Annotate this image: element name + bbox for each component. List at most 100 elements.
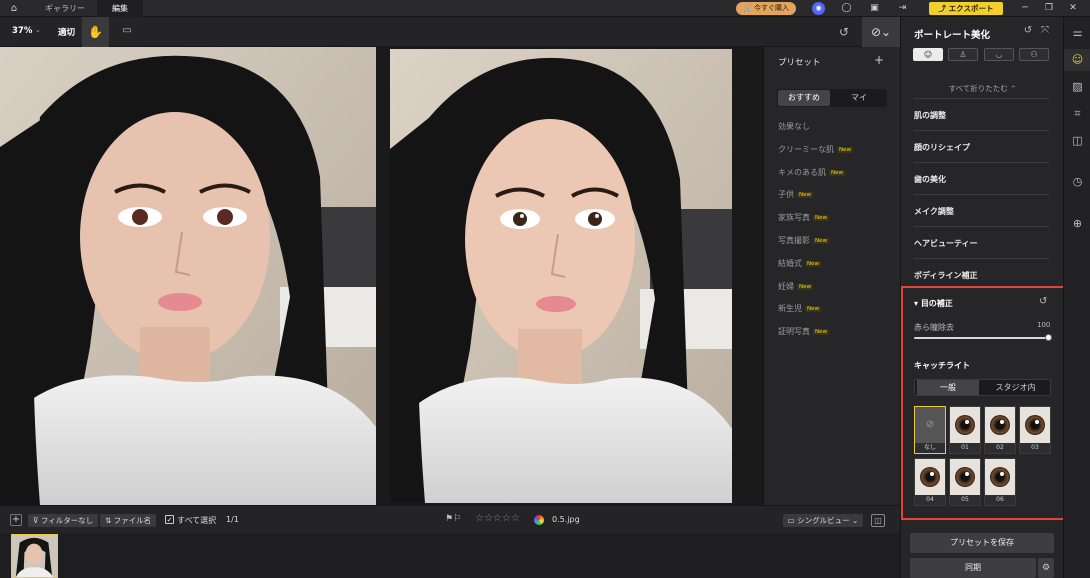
new-badge: New bbox=[837, 146, 853, 153]
filter-button[interactable]: ⊽ フィルターなし bbox=[28, 514, 99, 527]
section-teeth-label: 歯の美化 bbox=[914, 175, 946, 184]
save-preset-button[interactable]: プリセットを保存 bbox=[910, 533, 1054, 553]
section-makeup-label: メイク調整 bbox=[914, 207, 954, 216]
new-badge: New bbox=[797, 192, 813, 199]
preset-item-label: キメのある肌 bbox=[778, 167, 826, 177]
preset-item-label: 効果なし bbox=[778, 122, 810, 131]
portrait-icon[interactable]: ☺ bbox=[1064, 49, 1090, 71]
new-badge: New bbox=[813, 237, 829, 244]
hand-tool-icon[interactable]: ✋ bbox=[82, 17, 109, 47]
eye-section-highlight bbox=[901, 286, 1076, 520]
zoom-level[interactable]: 37% bbox=[12, 26, 32, 36]
fit-button[interactable]: 適切 bbox=[58, 26, 75, 38]
view-mode-select[interactable]: ▭ シングルビュー ⌄ bbox=[783, 514, 863, 527]
flag-icons[interactable]: ⚑⚐ bbox=[445, 514, 461, 524]
section-teeth[interactable]: 歯の美化 bbox=[914, 162, 1050, 194]
preset-item-label: 写真撮影 bbox=[778, 235, 810, 245]
crop-icon[interactable]: ⌗ bbox=[1064, 103, 1090, 125]
add-tool-icon[interactable]: ⊕ bbox=[1064, 213, 1090, 235]
home-icon[interactable]: ⌂ bbox=[8, 3, 20, 14]
section-body-label: ボディライン補正 bbox=[914, 271, 978, 280]
buy-now-button[interactable]: 🛒 今すぐ購入 bbox=[736, 2, 796, 15]
preset-item[interactable]: 子供 New bbox=[778, 189, 896, 212]
bottom-bar: + ⊽ フィルターなし ⇅ ファイル名 ✓ すべて選択 1/1 ⚑⚐ ☆☆☆☆☆… bbox=[0, 505, 900, 533]
section-hair-label: ヘアビューティー bbox=[914, 239, 978, 248]
gift-icon[interactable]: ▣ bbox=[868, 2, 881, 15]
add-preset-icon[interactable]: + bbox=[874, 53, 884, 67]
add-photo-icon[interactable]: + bbox=[10, 514, 22, 526]
preset-list: 効果なし クリーミーな肌 New キメのある肌 New 子供 New 家族写真 New 写真撮影 N… bbox=[778, 121, 896, 349]
image-icon[interactable]: ▨ bbox=[1064, 76, 1090, 98]
preset-item[interactable]: 妊婦 New bbox=[778, 281, 896, 304]
photo-count: 1/1 bbox=[226, 515, 239, 524]
tab-edit[interactable]: 編集 bbox=[97, 0, 143, 17]
preset-item-label: 子供 bbox=[778, 190, 794, 200]
select-all-label[interactable]: すべて選択 bbox=[177, 515, 216, 526]
section-face-reshape-label: 顔のリシェイプ bbox=[914, 143, 970, 152]
preset-item[interactable]: 写真撮影 New bbox=[778, 235, 896, 258]
before-photo bbox=[0, 47, 376, 505]
close-icon[interactable]: ✕ bbox=[1066, 1, 1080, 15]
section-face-reshape[interactable]: 顔のリシェイプ bbox=[914, 130, 1050, 162]
preset-item-label: 新生児 bbox=[778, 304, 802, 314]
camera-icon[interactable]: ◫ bbox=[1064, 130, 1090, 152]
preset-item[interactable]: 効果なし bbox=[778, 121, 896, 144]
new-badge: New bbox=[829, 169, 845, 176]
chevron-down-icon[interactable]: ⌄ bbox=[35, 26, 41, 34]
section-hair[interactable]: ヘアビューティー bbox=[914, 226, 1050, 258]
sync-settings-icon[interactable]: ⚙ bbox=[1038, 558, 1054, 578]
film-thumbnail[interactable]: ✎ bbox=[11, 534, 58, 578]
discord-icon[interactable]: ◉ bbox=[812, 2, 825, 15]
account-icon[interactable]: ◯ bbox=[840, 2, 853, 15]
history-icon[interactable]: ◷ bbox=[1064, 171, 1090, 193]
preset-panel-title: プリセット bbox=[778, 58, 821, 68]
sort-filename-button[interactable]: ⇅ ファイル名 bbox=[100, 514, 157, 527]
portrait-after-image bbox=[390, 49, 732, 503]
restore-icon[interactable]: ❐ bbox=[1042, 1, 1056, 15]
sign-in-icon[interactable]: ⇥ bbox=[896, 2, 909, 15]
portrait-before-image bbox=[0, 47, 376, 505]
preset-item[interactable]: 証明写真 New bbox=[778, 326, 896, 349]
preset-item[interactable]: キメのある肌 New bbox=[778, 167, 896, 190]
new-badge: New bbox=[805, 260, 821, 267]
new-badge: New bbox=[797, 283, 813, 290]
reset-all-icon[interactable]: ↺ bbox=[1022, 25, 1034, 37]
sliders-icon[interactable]: ⚌ bbox=[1064, 22, 1090, 44]
preset-item[interactable]: 家族写真 New bbox=[778, 212, 896, 235]
tool-strip: ⚌ ☺ ▨ ⌗ ◫ ◷ ⊕ bbox=[1063, 17, 1090, 578]
collapse-all-toggle[interactable]: すべて折りたたむ ⌃ bbox=[901, 83, 1064, 94]
tab-my-presets[interactable]: マイ bbox=[833, 90, 885, 106]
section-skin[interactable]: 肌の調整 bbox=[914, 98, 1050, 130]
smile-mode-button[interactable]: ◡ bbox=[984, 48, 1014, 61]
select-all-checkbox[interactable]: ✓ bbox=[165, 515, 174, 524]
preset-item[interactable]: 新生児 New bbox=[778, 303, 896, 326]
minimize-icon[interactable]: ─ bbox=[1018, 1, 1032, 15]
tab-gallery[interactable]: ギャラリー bbox=[33, 0, 97, 17]
sync-button[interactable]: 同期 bbox=[910, 558, 1036, 578]
preset-item[interactable]: 結婚式 New bbox=[778, 258, 896, 281]
preset-item-label: クリーミーな肌 bbox=[778, 144, 834, 154]
thumbnail-image bbox=[12, 535, 57, 577]
split-view-icon[interactable]: ◫ bbox=[871, 514, 885, 527]
section-skin-label: 肌の調整 bbox=[914, 111, 946, 120]
preset-item-label: 証明写真 bbox=[778, 327, 810, 337]
export-button[interactable]: ⤴ エクスポート bbox=[929, 2, 1003, 15]
star-rating[interactable]: ☆☆☆☆☆ bbox=[475, 513, 520, 524]
new-badge: New bbox=[813, 329, 829, 336]
new-badge: New bbox=[813, 215, 829, 222]
preset-item[interactable]: クリーミーな肌 New bbox=[778, 144, 896, 167]
group-mode-button[interactable]: ⚇ bbox=[1019, 48, 1049, 61]
sort-label: ファイル名 bbox=[113, 516, 152, 525]
preset-item-label: 妊婦 bbox=[778, 281, 794, 291]
body-mode-button[interactable]: ♙ bbox=[948, 48, 978, 61]
color-label-icon[interactable] bbox=[534, 515, 544, 525]
compare-toggle-icon[interactable]: ⊘⌄ bbox=[862, 17, 900, 47]
title-bar: ⌂ ギャラリー 編集 🛒 今すぐ購入 ◉ ◯ ▣ ⇥ ⤴ エクスポート ─ ❐ … bbox=[0, 0, 1090, 17]
section-makeup[interactable]: メイク調整 bbox=[914, 194, 1050, 226]
tab-recommended[interactable]: おすすめ bbox=[778, 90, 830, 106]
face-mode-button[interactable]: ☺ bbox=[913, 48, 943, 61]
photo-canvas[interactable] bbox=[0, 47, 763, 505]
reset-view-icon[interactable]: ↺ bbox=[836, 24, 852, 40]
ruler-icon[interactable]: ▭ bbox=[119, 25, 135, 37]
collapse-expand-icon[interactable]: ⤧ bbox=[1039, 25, 1051, 37]
